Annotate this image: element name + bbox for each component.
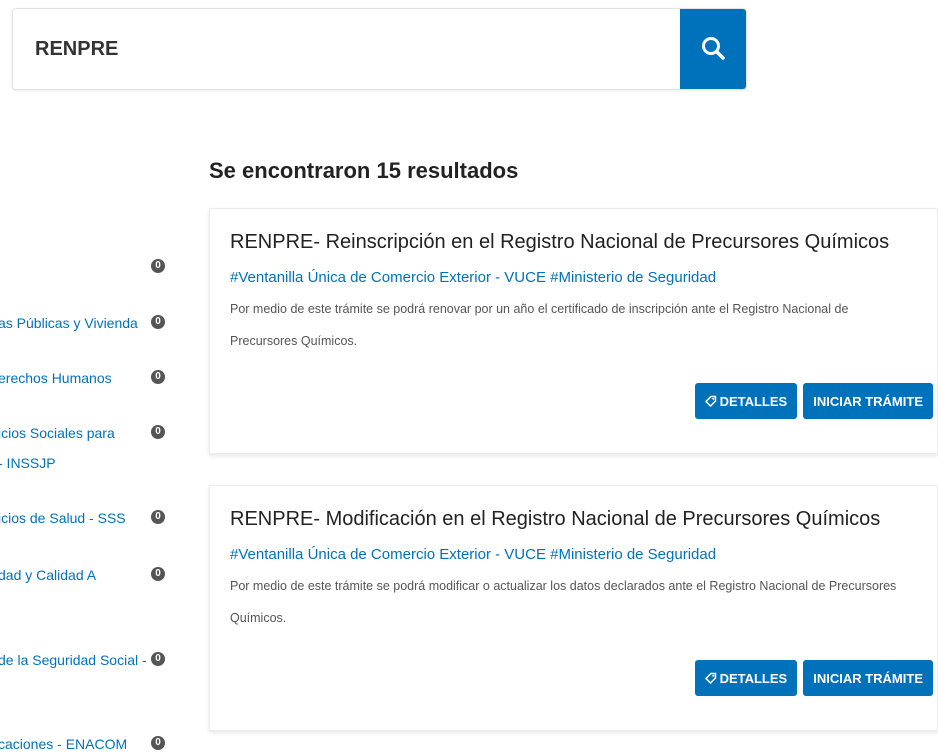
result-card-description: Por medio de este trámite se podrá modif… [230,579,897,625]
result-card-actions: DETALLES INICIAR TRÁMITE [694,660,933,696]
filter-count-badge: 0 [151,652,165,666]
filter-count-badge: 0 [151,315,165,329]
details-button-label: DETALLES [719,670,788,686]
filter-item-label: icios de Salud - SSS [0,510,126,526]
filter-count-badge: 0 [151,425,165,439]
page: Se encontraron 15 resultados 0 as Públic… [0,0,938,754]
result-card-tags[interactable]: #Ventanilla Única de Comercio Exterior -… [230,269,716,286]
results-count-title: Se encontraron 15 resultados [209,158,519,183]
start-procedure-button[interactable]: INICIAR TRÁMITE [803,660,933,696]
search-button[interactable] [680,9,746,89]
filter-count-badge: 0 [151,736,165,750]
filter-item-label: dad y Calidad A [0,567,97,583]
result-card-description: Por medio de este trámite se podrá renov… [230,302,849,348]
filter-item-label: caciones - ENACOM [0,736,128,752]
filter-count-badge: 0 [151,259,165,273]
filter-item-label: icios Sociales para - INSSJP [0,425,115,471]
details-button[interactable]: DETALLES [694,383,798,419]
tag-icon [704,672,717,684]
details-button[interactable]: DETALLES [694,660,798,696]
filter-item-label: erechos Humanos [0,370,112,386]
result-card-actions: DETALLES INICIAR TRÁMITE [694,383,933,419]
filter-count-badge: 0 [151,567,165,581]
filter-count-badge: 0 [151,510,165,524]
filter-sidebar: 0 as Públicas y Vivienda 0 erechos Human… [0,0,180,754]
result-card-title: RENPRE- Modificación en el Registro Naci… [230,508,881,530]
tag-icon [704,395,717,407]
result-card-tags[interactable]: #Ventanilla Única de Comercio Exterior -… [230,546,716,563]
filter-item-label: de la Seguridad Social - [0,652,147,668]
start-procedure-button[interactable]: INICIAR TRÁMITE [803,383,933,419]
details-button-label: DETALLES [719,393,788,409]
filter-item-label: as Públicas y Vivienda [0,315,138,331]
result-card: RENPRE- Reinscripción en el Registro Nac… [209,208,938,454]
result-card: RENPRE- Modificación en el Registro Naci… [209,485,938,731]
filter-count-badge: 0 [151,370,165,384]
result-card-title: RENPRE- Reinscripción en el Registro Nac… [230,231,890,253]
search-icon [700,35,726,64]
